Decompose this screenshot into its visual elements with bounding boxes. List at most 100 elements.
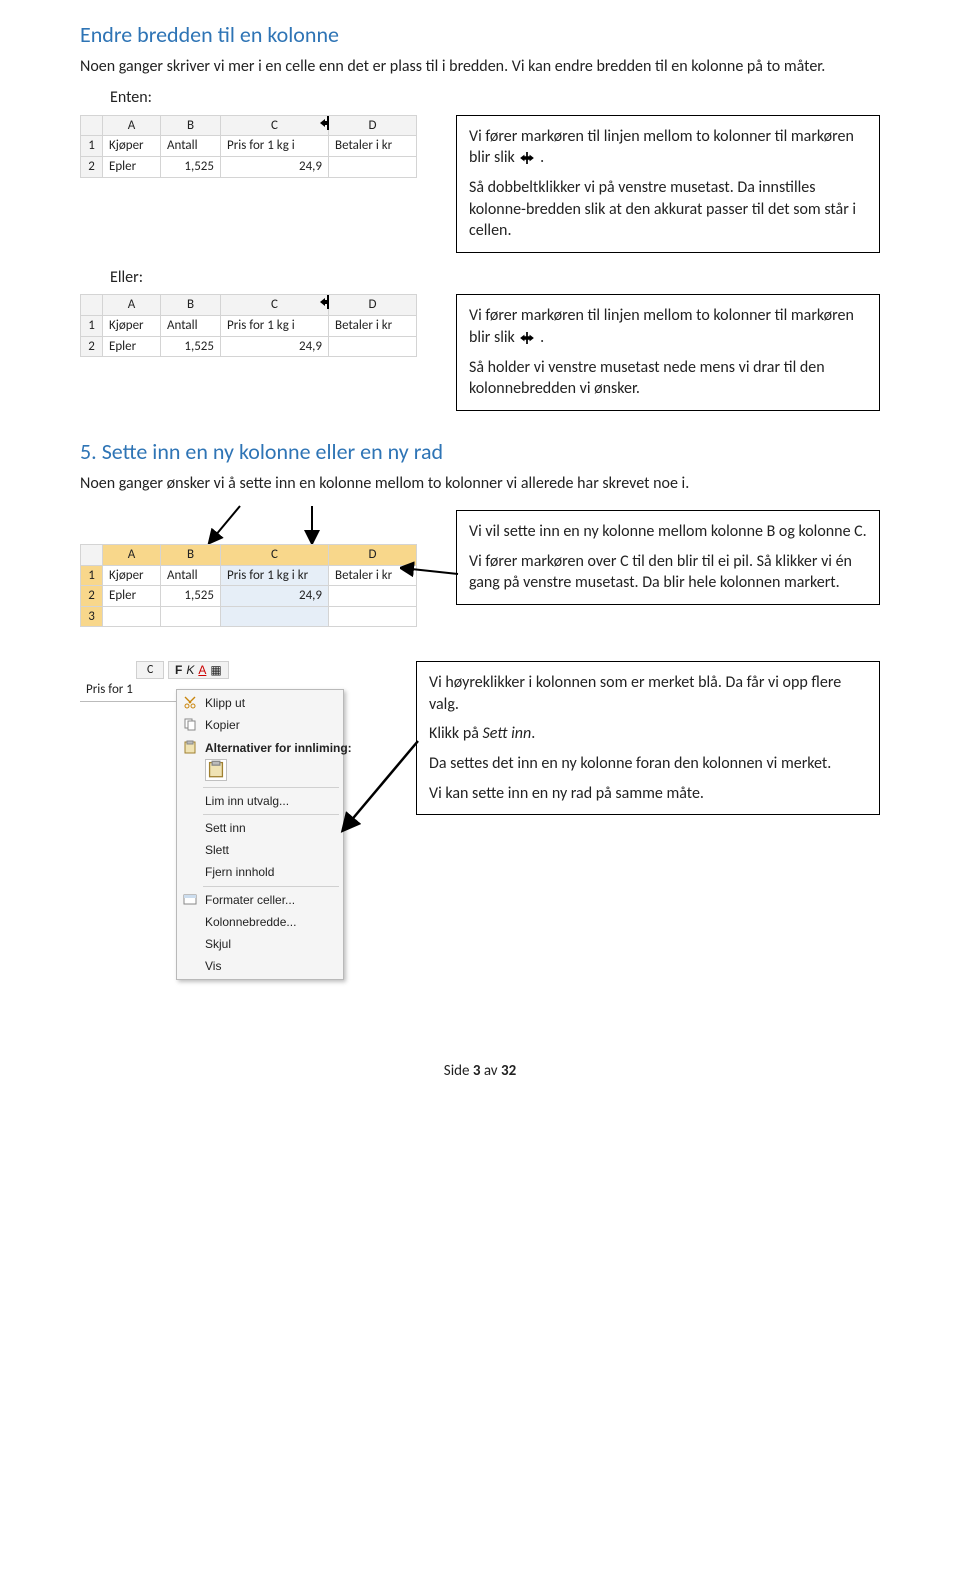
- row-header-2[interactable]: 2: [81, 156, 103, 177]
- arrow-callout4: [340, 681, 420, 851]
- ctx-column-width-label: Kolonnebredde...: [205, 914, 296, 930]
- cell-b2[interactable]: 1,525: [161, 586, 221, 607]
- ctx-insert[interactable]: Sett inn: [177, 817, 343, 839]
- cell-a1[interactable]: Kjøper: [103, 136, 161, 157]
- ctx-hide[interactable]: Skjul: [177, 933, 343, 955]
- col-header-c-selected[interactable]: C: [221, 545, 329, 566]
- col-header-a[interactable]: A: [103, 115, 161, 136]
- ctx-format-cells-label: Formater celler...: [205, 892, 295, 908]
- cell-d1[interactable]: Betaler i kr: [329, 315, 417, 336]
- cell-d2[interactable]: [329, 156, 417, 177]
- ctx-format-cells[interactable]: Formater celler...: [177, 889, 343, 911]
- callout4-l2a: Klikk på: [429, 724, 483, 743]
- row-header-1[interactable]: 1: [81, 565, 103, 586]
- cell-c1[interactable]: Pris for 1 kg i: [221, 136, 329, 157]
- ctx-hide-label: Skjul: [205, 936, 231, 952]
- ctx-clear[interactable]: Fjern innhold: [177, 861, 343, 883]
- grid-select-all[interactable]: [81, 545, 103, 566]
- col-header-b[interactable]: B: [161, 115, 221, 136]
- cell-a2[interactable]: Epler: [103, 336, 161, 357]
- col-header-d[interactable]: D: [329, 295, 417, 316]
- cell-d1[interactable]: Betaler i kr: [329, 136, 417, 157]
- col-header-a[interactable]: A: [103, 545, 161, 566]
- bold-btn[interactable]: F: [175, 662, 182, 678]
- figure-sheet-2: A B C D 1 Kjøper Antall Pris for 1 kg i …: [80, 294, 420, 357]
- col-header-c-mini[interactable]: C: [136, 661, 164, 679]
- ctx-delete-label: Slett: [205, 842, 229, 858]
- cell-b1[interactable]: Antall: [161, 315, 221, 336]
- ctx-show[interactable]: Vis: [177, 955, 343, 977]
- cell-a1[interactable]: Kjøper: [103, 315, 161, 336]
- figure-sheet-3: A B C D 1 Kjøper Antall Pris for 1 kg i …: [80, 504, 420, 627]
- paste-default-icon: [205, 759, 227, 781]
- ctx-cut-label: Klipp ut: [205, 695, 245, 711]
- italic-btn[interactable]: K: [186, 662, 194, 678]
- row-header-2[interactable]: 2: [81, 336, 103, 357]
- callout1-line2: Så dobbeltklikker vi på venstre musetast…: [469, 177, 867, 242]
- heading-change-width: Endre bredden til en kolonne: [80, 20, 880, 50]
- row-header-2[interactable]: 2: [81, 586, 103, 607]
- col-header-b[interactable]: B: [161, 295, 221, 316]
- cell-a2[interactable]: Epler: [103, 156, 161, 177]
- grid-select-all[interactable]: [81, 115, 103, 136]
- mini-format-toolbar[interactable]: F K A ▦: [168, 661, 229, 679]
- cell-d3[interactable]: [329, 606, 417, 627]
- col-header-d[interactable]: D: [329, 115, 417, 136]
- cell-a1[interactable]: Kjøper: [103, 565, 161, 586]
- row-header-1[interactable]: 1: [81, 315, 103, 336]
- ctx-sep-2: [203, 814, 339, 815]
- cell-b3[interactable]: [161, 606, 221, 627]
- cell-b1[interactable]: Antall: [161, 136, 221, 157]
- row-header-3[interactable]: 3: [81, 606, 103, 627]
- row-header-1[interactable]: 1: [81, 136, 103, 157]
- col-header-a[interactable]: A: [103, 295, 161, 316]
- ctx-paste-special-label: Lim inn utvalg...: [205, 793, 289, 809]
- label-eller: Eller:: [110, 267, 880, 289]
- callout2-line2: Så holder vi venstre musetast nede mens …: [469, 357, 867, 400]
- col-header-b[interactable]: B: [161, 545, 221, 566]
- callout3-line2: Vi fører markøren over C til den blir ti…: [469, 551, 867, 594]
- excel-grid: A B C D 1 Kjøper Antall Pris for 1 kg i …: [80, 115, 417, 178]
- ctx-paste-opts[interactable]: Alternativer for innliming:: [177, 737, 343, 759]
- col-header-c[interactable]: C: [221, 295, 329, 316]
- ctx-delete[interactable]: Slett: [177, 839, 343, 861]
- ctx-cut[interactable]: Klipp ut: [177, 692, 343, 714]
- cell-c1[interactable]: Pris for 1 kg i kr: [221, 565, 329, 586]
- cell-d2[interactable]: [329, 336, 417, 357]
- cell-c2[interactable]: 24,9: [221, 586, 329, 607]
- cell-c3[interactable]: [221, 606, 329, 627]
- font-color-btn[interactable]: A: [198, 662, 206, 678]
- callout2-end: .: [540, 328, 544, 347]
- paste-icon: [181, 739, 199, 755]
- cell-c2[interactable]: 24,9: [221, 336, 329, 357]
- cell-a3[interactable]: [103, 606, 161, 627]
- cell-a2[interactable]: Epler: [103, 586, 161, 607]
- cell-b1[interactable]: Antall: [161, 565, 221, 586]
- callout4-l2c: .: [531, 724, 535, 743]
- context-menu: Klipp ut Kopier Alternativer for innlimi…: [176, 689, 344, 980]
- ctx-copy[interactable]: Kopier: [177, 714, 343, 736]
- heading2-txt: Sette inn en ny kolonne eller en ny rad: [102, 438, 443, 465]
- ctx-show-label: Vis: [205, 958, 221, 974]
- grid-select-all[interactable]: [81, 295, 103, 316]
- scissors-icon: [181, 694, 199, 710]
- col-header-c-label: C: [271, 297, 278, 312]
- col-header-c[interactable]: C: [221, 115, 329, 136]
- page-footer: Side 3 av 32: [80, 1061, 880, 1081]
- ctx-copy-label: Kopier: [205, 717, 240, 733]
- callout4-line4: Vi kan sette inn en ny rad på samme måte…: [429, 783, 867, 805]
- ctx-column-width[interactable]: Kolonnebredde...: [177, 911, 343, 933]
- cell-c2[interactable]: 24,9: [221, 156, 329, 177]
- cell-b2[interactable]: 1,525: [161, 156, 221, 177]
- excel-grid-3: A B C D 1 Kjøper Antall Pris for 1 kg i …: [80, 544, 417, 627]
- border-btn[interactable]: ▦: [210, 662, 221, 678]
- heading-insert: 5. Sette inn en ny kolonne eller en ny r…: [80, 437, 880, 467]
- ctx-paste-special[interactable]: Lim inn utvalg...: [177, 790, 343, 812]
- intro-para-2: Noen ganger ønsker vi å sette inn en kol…: [80, 473, 880, 495]
- cell-c1[interactable]: Pris for 1 kg i: [221, 315, 329, 336]
- cell-b2[interactable]: 1,525: [161, 336, 221, 357]
- callout4-line3: Da settes det inn en ny kolonne foran de…: [429, 753, 867, 775]
- ctx-clear-label: Fjern innhold: [205, 864, 274, 880]
- col-header-c-label: C: [271, 118, 278, 133]
- ctx-paste-option-btn[interactable]: [177, 759, 343, 785]
